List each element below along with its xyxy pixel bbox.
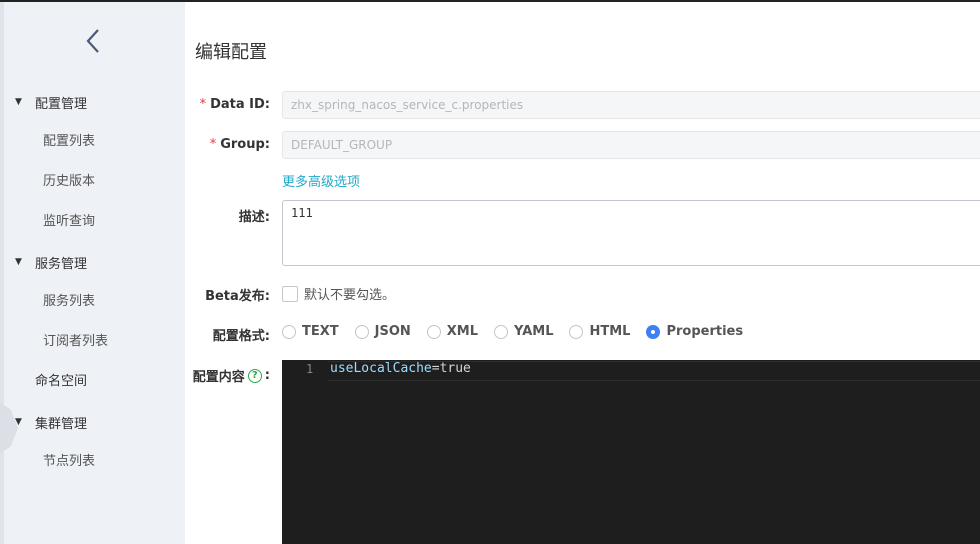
- format-option-xml[interactable]: XML: [426, 324, 479, 339]
- format-option-label: XML: [446, 324, 479, 339]
- nav-item-history[interactable]: 历史版本: [43, 172, 95, 192]
- sidebar: ▼ 配置管理 配置列表 历史版本 监听查询 ▼ 服务管理 服务列表 订阅者列表 …: [0, 2, 185, 544]
- nav-group-config[interactable]: ▼ 配置管理: [15, 92, 87, 112]
- line-number: 1: [306, 362, 314, 376]
- caret-down-icon: ▼: [15, 257, 22, 267]
- group-input[interactable]: DEFAULT_GROUP: [282, 131, 980, 159]
- code-line[interactable]: useLocalCache=true: [330, 361, 471, 376]
- format-label: 配置格式:: [213, 325, 270, 344]
- nav-item-node-list[interactable]: 节点列表: [43, 452, 95, 472]
- code-value: =true: [431, 361, 471, 376]
- required-mark: *: [209, 137, 217, 152]
- nav-group-label: 集群管理: [35, 416, 88, 432]
- nav-group-service[interactable]: ▼ 服务管理: [15, 252, 87, 272]
- format-option-text[interactable]: TEXT: [282, 324, 339, 339]
- group-label: * Group:: [210, 137, 270, 152]
- radio-button-selected[interactable]: [646, 324, 661, 339]
- beta-label: Beta发布:: [205, 285, 270, 304]
- required-mark: *: [199, 97, 207, 112]
- beta-checkbox[interactable]: [282, 285, 298, 302]
- nav-group-cluster[interactable]: ▼ 集群管理: [15, 412, 87, 432]
- format-option-label: TEXT: [302, 324, 339, 339]
- chevron-left-icon: [86, 29, 99, 53]
- nav-item-listener-query[interactable]: 监听查询: [43, 212, 95, 232]
- format-option-label: YAML: [514, 324, 554, 339]
- radio-button[interactable]: [494, 324, 509, 339]
- caret-down-icon: ▼: [15, 97, 22, 107]
- description-label-text: 描述:: [238, 210, 270, 225]
- description-label: 描述:: [239, 206, 270, 225]
- data-id-label: * Data ID:: [200, 97, 270, 112]
- beta-checkbox-text: 默认不要勾选。: [304, 288, 396, 303]
- radio-button[interactable]: [282, 324, 296, 339]
- description-textarea[interactable]: 111: [282, 200, 980, 266]
- data-id-label-text: Data ID:: [210, 97, 270, 112]
- code-key: useLocalCache: [330, 361, 432, 376]
- nav-item-service-list[interactable]: 服务列表: [43, 292, 95, 312]
- radio-button[interactable]: [354, 324, 369, 339]
- nav-item-subscribers[interactable]: 订阅者列表: [43, 332, 108, 352]
- format-radio-group: TEXT JSON XML YAML HTML Properties: [282, 324, 759, 339]
- nav-group-label: 服务管理: [35, 256, 88, 272]
- question-icon[interactable]: ?: [247, 368, 262, 383]
- radio-button[interactable]: [426, 324, 441, 339]
- nav-item-namespace[interactable]: 命名空间: [35, 372, 87, 392]
- beta-checkbox-row[interactable]: 默认不要勾选。: [282, 284, 395, 303]
- code-editor[interactable]: 1 useLocalCache=true: [282, 360, 980, 544]
- format-option-properties[interactable]: Properties: [646, 324, 743, 339]
- format-option-label: Properties: [666, 324, 744, 339]
- format-option-html[interactable]: HTML: [569, 324, 630, 339]
- format-label-text: 配置格式:: [212, 329, 270, 344]
- format-option-yaml[interactable]: YAML: [494, 324, 553, 339]
- sidebar-edge: [0, 2, 4, 544]
- format-option-label: JSON: [374, 324, 411, 339]
- nav-group-label: 配置管理: [35, 96, 88, 112]
- format-option-label: HTML: [589, 324, 631, 339]
- caret-down-icon: ▼: [15, 417, 22, 427]
- data-id-input[interactable]: zhx_spring_nacos_service_c.properties: [282, 91, 980, 119]
- nav-item-config-list[interactable]: 配置列表: [43, 132, 95, 152]
- content-label-colon: :: [264, 368, 270, 383]
- beta-label-text: Beta发布:: [205, 289, 270, 304]
- radio-button[interactable]: [569, 324, 584, 339]
- format-option-json[interactable]: JSON: [354, 324, 411, 339]
- content-label-text: 配置内容: [192, 370, 245, 385]
- back-button[interactable]: [80, 26, 106, 56]
- content-label: 配置内容 ? :: [193, 366, 270, 385]
- advanced-options-link[interactable]: 更多高级选项: [282, 171, 360, 190]
- group-label-text: Group:: [220, 137, 270, 152]
- page-title: 编辑配置: [195, 42, 267, 63]
